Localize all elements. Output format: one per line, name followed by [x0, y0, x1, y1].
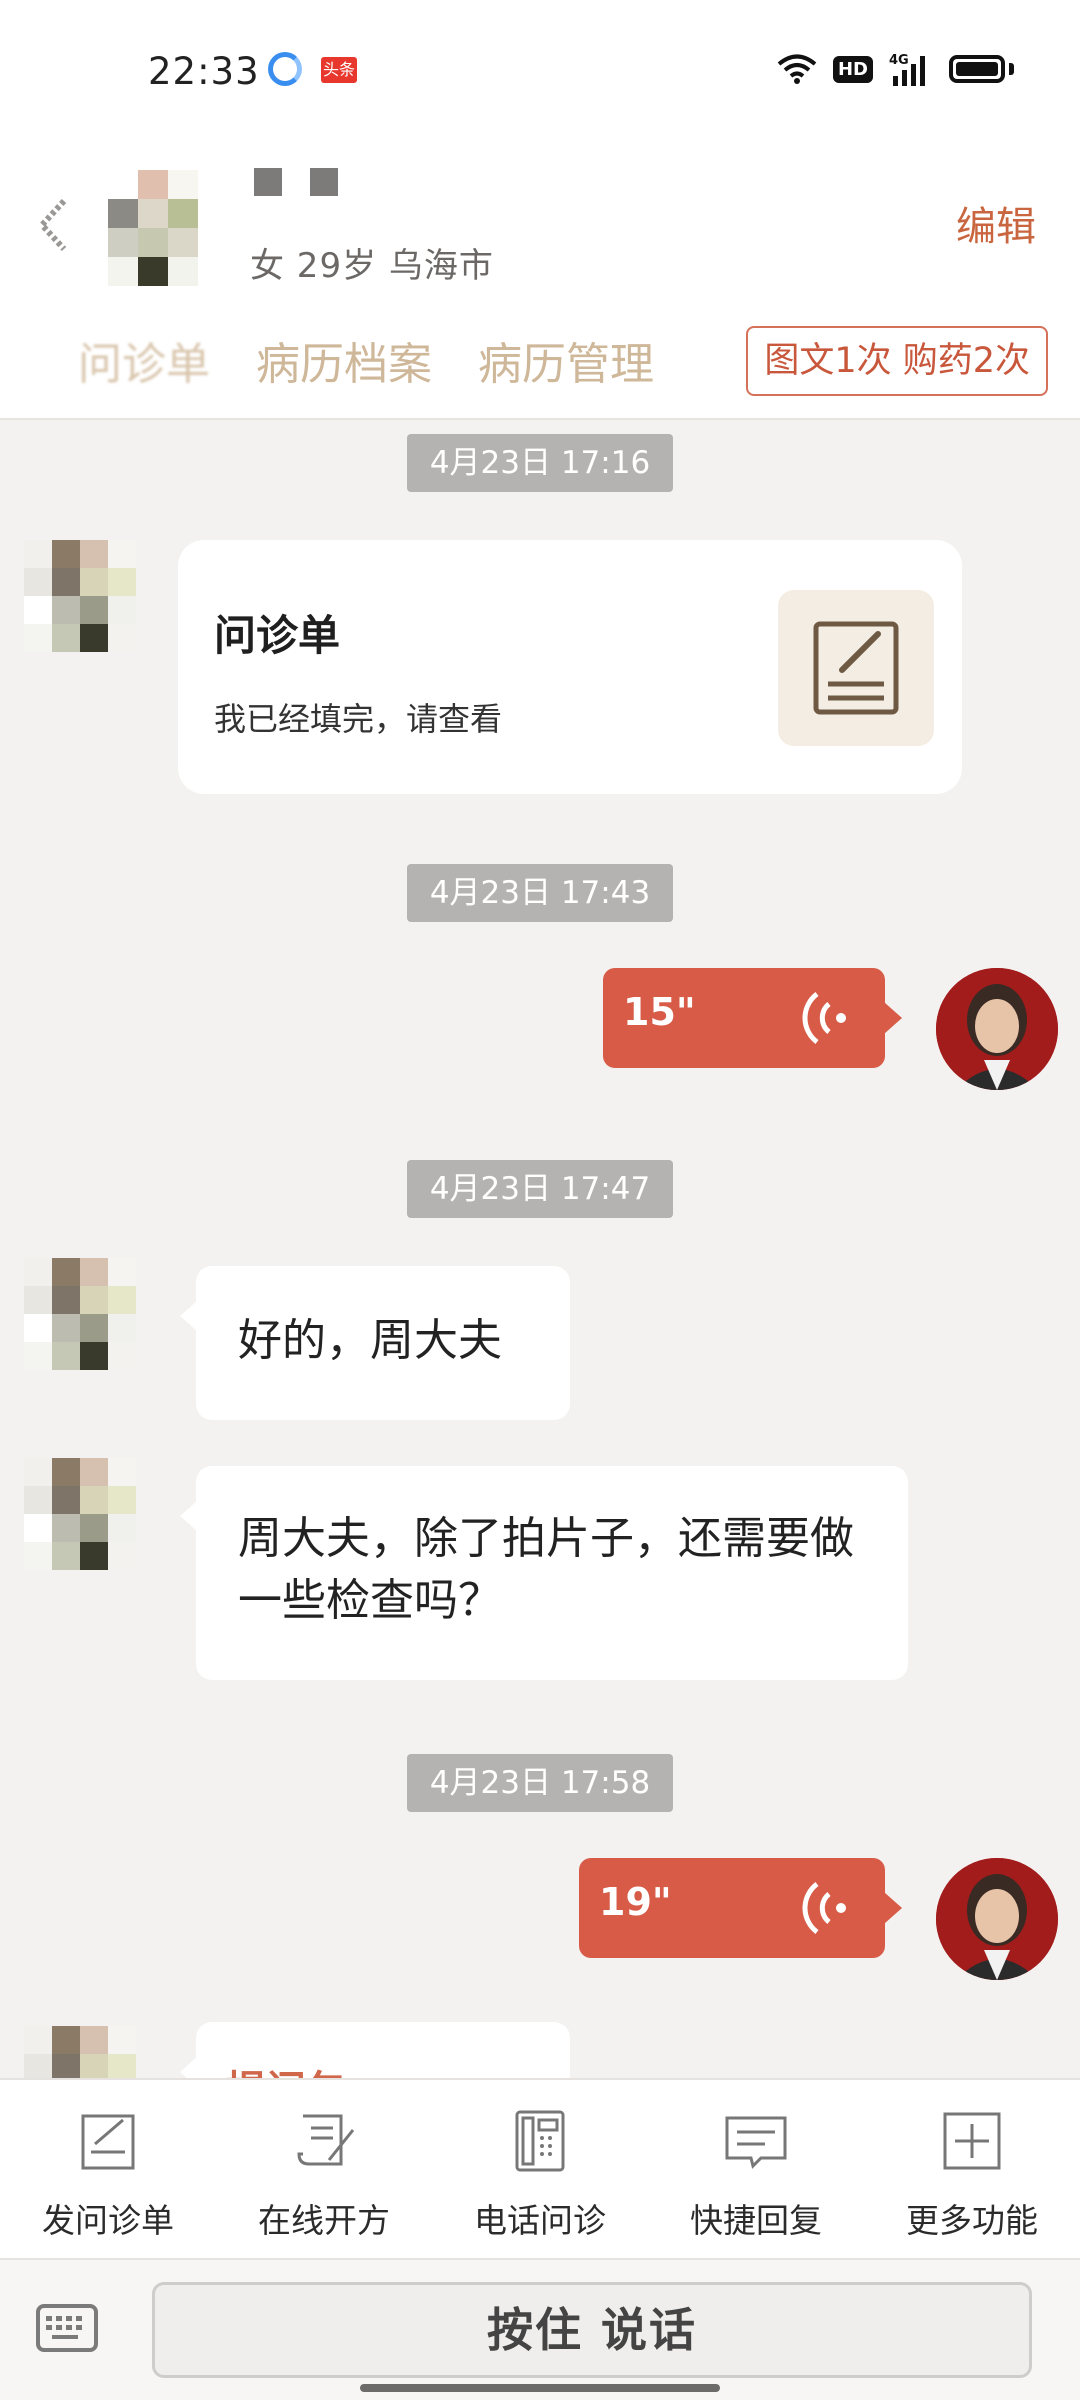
status-bar: 22:33 头条 HD 4G — [0, 0, 1080, 140]
patient-avatar-small[interactable] — [24, 540, 136, 652]
doctor-avatar[interactable] — [936, 968, 1058, 1090]
chat-header: 女 29岁 乌海市 编辑 问诊单 病历档案 病历管理 图文1次 购药2次 — [0, 140, 1080, 420]
tool-label: 发问诊单 — [42, 2201, 174, 2240]
wifi-icon — [777, 54, 817, 84]
tab-medical-archive[interactable]: 病历档案 — [256, 328, 432, 392]
consult-form-card[interactable]: 问诊单 我已经填完，请查看 — [178, 540, 962, 794]
message-text: 周大夫，除了拍片子，还需要做一些检查吗？ — [238, 1513, 854, 1626]
message-timestamp: 4月23日 17:58 — [407, 1754, 673, 1812]
online-prescription-button[interactable]: 在线开方 — [216, 2106, 432, 2242]
voice-duration: 19" — [599, 1880, 672, 1924]
chat-bubble[interactable]: 好的，周大夫 — [180, 1266, 570, 1420]
plus-icon — [943, 2112, 1001, 2170]
tool-label: 更多功能 — [906, 2201, 1038, 2240]
form-edit-icon — [778, 590, 934, 746]
message-text: 好的，周大夫 — [238, 1315, 502, 1366]
chat-bubble[interactable]: 周大夫，除了拍片子，还需要做一些检查吗？ — [180, 1466, 908, 1680]
phone-consult-button[interactable]: 电话问诊 — [432, 2106, 648, 2242]
hold-to-talk-button[interactable]: 按住 说话 — [152, 2282, 1032, 2378]
patient-avatar-small[interactable] — [24, 2026, 136, 2078]
record-tabs: 问诊单 病历档案 病历管理 — [78, 328, 654, 392]
bottom-toolbar: 发问诊单 在线开方 电话问诊 快捷回复 更多功能 — [0, 2078, 1080, 2258]
voice-duration: 15" — [623, 990, 696, 1034]
back-arrow-icon[interactable] — [34, 195, 74, 255]
message-timestamp: 4月23日 17:47 — [407, 1160, 673, 1218]
patient-avatar-small[interactable] — [24, 1258, 136, 1370]
home-indicator[interactable] — [360, 2384, 720, 2392]
send-form-icon — [81, 2114, 135, 2170]
question-pack-title: 提问包 — [226, 2058, 346, 2078]
message-timestamp: 4月23日 17:16 — [407, 434, 673, 492]
input-bar: 按住 说话 — [0, 2258, 1080, 2400]
voice-message[interactable]: 15" — [603, 968, 902, 1068]
quick-reply-icon — [725, 2116, 787, 2169]
chat-clip-area: 提问包 — [0, 2000, 1080, 2078]
prescription-icon — [297, 2114, 355, 2166]
keyboard-icon[interactable] — [36, 2304, 98, 2352]
question-pack-card[interactable]: 提问包 — [180, 2022, 570, 2078]
patient-avatar[interactable] — [108, 170, 198, 286]
tool-label: 电话问诊 — [474, 2201, 606, 2240]
consult-count-badge[interactable]: 图文1次 购药2次 — [746, 326, 1048, 396]
voice-wave-icon — [802, 1882, 846, 1934]
hd-icon: HD — [832, 55, 873, 83]
more-functions-button[interactable]: 更多功能 — [864, 2106, 1080, 2242]
doctor-avatar[interactable] — [936, 1858, 1058, 1980]
voice-message[interactable]: 19" — [579, 1858, 902, 1958]
quick-reply-button[interactable]: 快捷回复 — [648, 2106, 864, 2242]
toutiao-app-icon: 头条 — [321, 57, 357, 83]
svg-text:4G: 4G — [889, 53, 909, 68]
status-indicators: HD 4G — [777, 52, 1014, 86]
status-time: 22:33 — [148, 50, 260, 93]
tab-consult-form[interactable]: 问诊单 — [78, 328, 210, 392]
phone-icon — [515, 2110, 565, 2172]
edit-button[interactable]: 编辑 — [956, 194, 1036, 252]
send-form-button[interactable]: 发问诊单 — [0, 2106, 216, 2242]
battery-icon — [949, 55, 1005, 83]
patient-info: 女 29岁 乌海市 — [250, 246, 494, 286]
form-card-title: 问诊单 — [214, 611, 341, 660]
signal-icon: 4G — [889, 53, 925, 86]
browser-app-icon — [268, 52, 302, 86]
message-timestamp: 4月23日 17:43 — [407, 864, 673, 922]
battery-cap — [1009, 63, 1014, 75]
tool-label: 快捷回复 — [690, 2201, 822, 2240]
patient-avatar-small[interactable] — [24, 1458, 136, 1570]
tool-label: 在线开方 — [258, 2201, 390, 2240]
patient-name-redacted — [254, 168, 338, 196]
tab-medical-management[interactable]: 病历管理 — [478, 328, 654, 392]
form-card-subtitle: 我已经填完，请查看 — [214, 700, 503, 738]
voice-wave-icon — [802, 992, 846, 1044]
